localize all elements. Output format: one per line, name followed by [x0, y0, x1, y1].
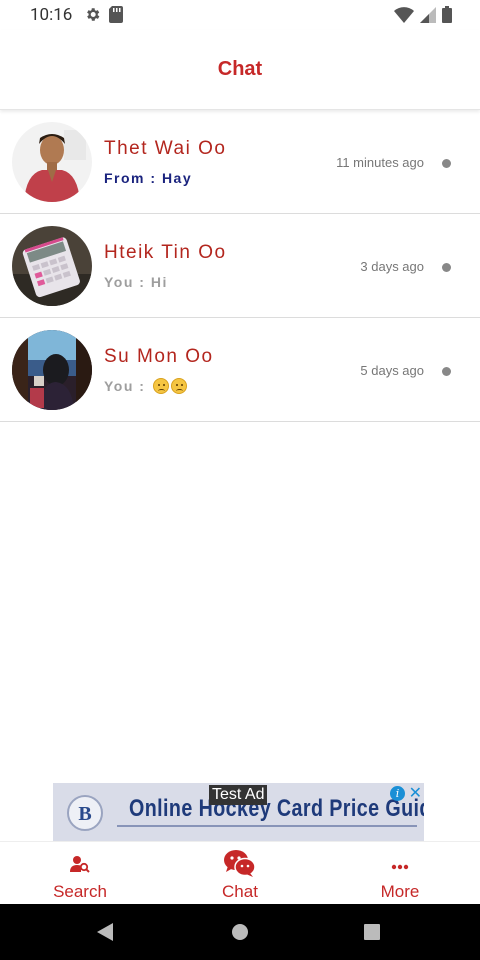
chat-bubbles-icon [224, 849, 256, 883]
home-icon[interactable] [231, 922, 249, 947]
chat-last-message: You : Hi [104, 274, 168, 290]
status-dot [442, 263, 451, 272]
chat-timestamp: 11 minutes ago [336, 155, 424, 170]
worried-face-icon [152, 378, 169, 394]
app-bar: Chat [0, 30, 480, 110]
ad-close-icon[interactable]: ✕ [409, 783, 422, 803]
chat-preview-text: You : [104, 378, 146, 394]
status-time: 10:16 [30, 5, 73, 25]
ad-divider [117, 825, 417, 827]
back-icon[interactable] [96, 922, 114, 947]
chat-timestamp: 3 days ago [360, 259, 424, 274]
more-dots-icon [391, 857, 409, 875]
avatar [12, 330, 92, 410]
nav-search-button[interactable]: Search [0, 842, 160, 905]
chat-list-item[interactable]: Su Mon Oo You : 5 days ago [0, 318, 480, 422]
avatar [12, 226, 92, 306]
ad-info-icon[interactable]: i [390, 786, 405, 801]
battery-icon [442, 6, 452, 28]
test-ad-label: Test Ad [209, 785, 268, 805]
bottom-navigation: Search Chat More [0, 841, 480, 904]
chat-list-item[interactable]: Thet Wai Oo From : Hay 11 minutes ago [0, 110, 480, 214]
sd-card-icon [109, 6, 123, 28]
worried-face-icon [170, 378, 187, 394]
nav-more-label: More [380, 882, 420, 901]
ad-headline: Online Hockey Card Price Guide [129, 795, 427, 822]
ad-logo-icon: B [67, 793, 103, 833]
wifi-icon [394, 6, 414, 28]
ad-edge [424, 783, 427, 841]
chat-contact-name: Hteik Tin Oo [104, 242, 227, 263]
chat-last-message: You : [104, 378, 187, 394]
settings-gear-icon [84, 6, 101, 28]
ad-banner[interactable]: B Online Hockey Card Price Guide Test Ad… [53, 783, 427, 841]
status-dot [442, 367, 451, 376]
svg-text:B: B [78, 803, 91, 825]
status-dot [442, 159, 451, 168]
nav-more-button[interactable]: More [320, 842, 480, 905]
nav-search-label: Search [53, 882, 107, 901]
chat-list-item[interactable]: Hteik Tin Oo You : Hi 3 days ago [0, 214, 480, 318]
user-search-icon [70, 855, 90, 878]
avatar [12, 122, 92, 202]
chat-timestamp: 5 days ago [360, 363, 424, 378]
chat-contact-name: Thet Wai Oo [104, 138, 227, 159]
chat-list: Thet Wai Oo From : Hay 11 minutes ago Ht… [0, 110, 480, 422]
chat-last-message: From : Hay [104, 170, 193, 186]
recents-icon[interactable] [363, 922, 381, 947]
nav-chat-button[interactable]: Chat [160, 842, 320, 905]
signal-icon [420, 6, 436, 28]
page-title: Chat [217, 58, 263, 80]
chat-contact-name: Su Mon Oo [104, 346, 214, 367]
system-navigation-bar [0, 904, 480, 960]
status-bar: 10:16 [0, 0, 480, 30]
nav-chat-label: Chat [222, 882, 258, 901]
